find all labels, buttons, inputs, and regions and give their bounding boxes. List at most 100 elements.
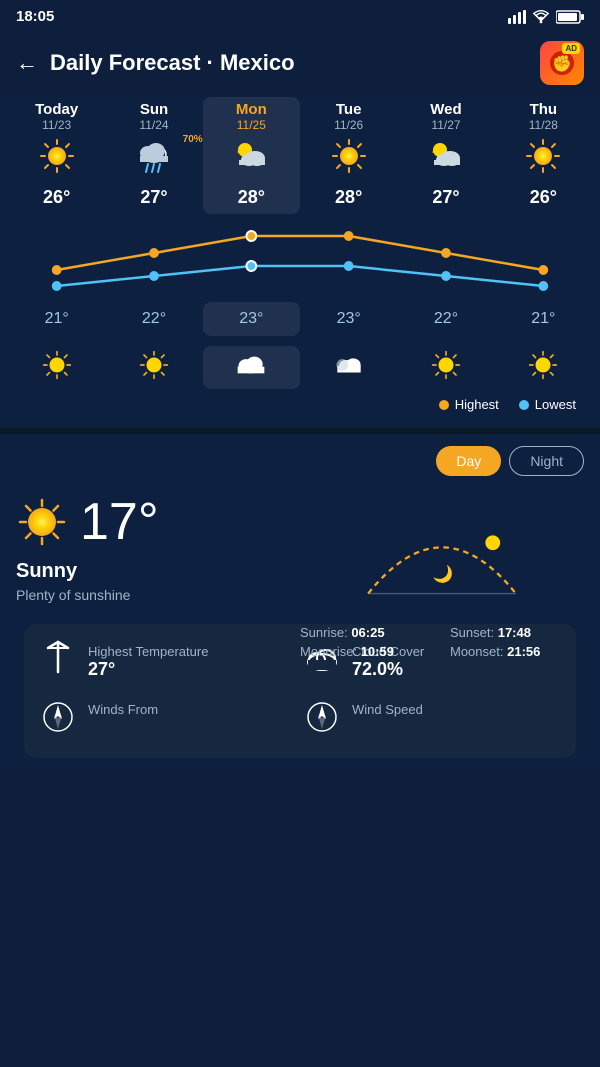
day-date-5: 11/28 xyxy=(497,118,590,132)
day-name-3: Tue xyxy=(302,101,395,118)
forecast-section: Today11/23 26°Sun11/24 70%27°Mon11/25 xyxy=(0,97,600,428)
sunrise-label: Sunrise: xyxy=(300,625,348,640)
moonrise-value: 10:59 xyxy=(361,644,394,659)
winds-from-item: Winds From xyxy=(40,699,296,742)
low-temp-5: 21° xyxy=(497,310,590,328)
day-night-toggle: Day Night xyxy=(16,446,584,476)
bottom-icon-col-0 xyxy=(8,346,105,389)
back-button[interactable]: ← xyxy=(16,50,38,76)
wind-speed-item: Wind Speed xyxy=(304,699,560,742)
wind-speed-label: Wind Speed xyxy=(352,702,423,717)
forecast-day-1[interactable]: Sun11/24 70%27° xyxy=(105,97,202,214)
moonset-row: Moonset: 21:56 xyxy=(450,644,584,659)
winds-from-value xyxy=(88,717,158,739)
legend-dot-lowest xyxy=(519,400,529,410)
day-night-section: Day Night xyxy=(0,434,600,770)
legend-lowest-label: Lowest xyxy=(535,397,576,412)
day-icon-2 xyxy=(205,138,298,181)
day-date-2: 11/25 xyxy=(205,118,298,132)
status-bar: 18:05 xyxy=(0,0,600,33)
ad-badge[interactable]: AD ✊ xyxy=(540,41,584,85)
bottom-icons-row xyxy=(8,346,592,389)
temperature-chart xyxy=(8,218,592,298)
sunset-label: Sunset: xyxy=(450,625,494,640)
low-temp-3: 23° xyxy=(302,310,395,328)
low-temp-0: 21° xyxy=(10,310,103,328)
bottom-icon-2 xyxy=(205,350,298,385)
wind-speed-value xyxy=(352,717,423,739)
forecast-grid: Today11/23 26°Sun11/24 70%27°Mon11/25 xyxy=(8,97,592,214)
highest-temp-value: 27° xyxy=(88,659,208,680)
low-temp-col-1: 22° xyxy=(105,302,202,336)
day-date-4: 11/27 xyxy=(399,118,492,132)
ad-label: AD xyxy=(562,43,580,54)
wifi-icon xyxy=(532,10,550,24)
day-toggle-button[interactable]: Day xyxy=(436,446,501,476)
page-title: Daily Forecast · Mexico xyxy=(50,50,295,76)
bottom-icon-3 xyxy=(302,350,395,385)
day-icon-3 xyxy=(302,138,395,181)
legend-highest: Highest xyxy=(439,397,499,412)
highest-temp-item: Highest Temperature 27° xyxy=(40,640,296,683)
sunset-row: Sunset: 17:48 xyxy=(450,625,584,640)
winds-from-label: Winds From xyxy=(88,702,158,717)
page-header: ← Daily Forecast · Mexico AD ✊ xyxy=(0,33,600,97)
night-toggle-button[interactable]: Night xyxy=(509,446,584,476)
status-time: 18:05 xyxy=(16,8,54,25)
low-temp-col-5: 21° xyxy=(495,302,592,336)
wind-speed-info: Wind Speed xyxy=(352,702,423,739)
low-temp-col-0: 21° xyxy=(8,302,105,336)
svg-text:🌙: 🌙 xyxy=(433,564,454,585)
current-sun-icon xyxy=(16,496,68,548)
day-icon-5 xyxy=(497,138,590,181)
battery-icon xyxy=(556,10,584,24)
forecast-day-3[interactable]: Tue11/26 28° xyxy=(300,97,397,214)
highest-temp-info: Highest Temperature 27° xyxy=(88,644,208,680)
forecast-day-0[interactable]: Today11/23 26° xyxy=(8,97,105,214)
moonset-label: Moonset: xyxy=(450,644,503,659)
bottom-icon-0 xyxy=(10,350,103,385)
low-temp-1: 22° xyxy=(107,310,200,328)
forecast-day-5[interactable]: Thu11/28 26° xyxy=(495,97,592,214)
high-temp-0: 26° xyxy=(10,187,103,208)
moonrise-row: Moonrise: 10:59 xyxy=(300,644,434,659)
legend-dot-highest xyxy=(439,400,449,410)
low-temp-col-2: 23° xyxy=(203,302,300,336)
day-date-0: 11/23 xyxy=(10,118,103,132)
forecast-day-4[interactable]: Wed11/27 27° xyxy=(397,97,494,214)
day-date-1: 11/24 xyxy=(107,118,200,132)
cloud-cover-value: 72.0% xyxy=(352,659,424,680)
wind-speed-icon xyxy=(304,699,340,742)
moonrise-label: Moonrise: xyxy=(300,644,357,659)
current-sub-description: Plenty of sunshine xyxy=(16,587,300,603)
legend: Highest Lowest xyxy=(8,389,592,416)
bottom-icon-col-4 xyxy=(397,346,494,389)
wind-direction-icon xyxy=(40,699,76,742)
bottom-icon-col-3 xyxy=(300,346,397,389)
sunrise-value: 06:25 xyxy=(351,625,384,640)
day-name-5: Thu xyxy=(497,101,590,118)
low-temp-4: 22° xyxy=(399,310,492,328)
high-temp-4: 27° xyxy=(399,187,492,208)
high-temp-5: 26° xyxy=(497,187,590,208)
winds-from-info: Winds From xyxy=(88,702,158,739)
low-temps-row: 21°22°23°23°22°21° xyxy=(8,302,592,336)
legend-highest-label: Highest xyxy=(455,397,499,412)
svg-text:✊: ✊ xyxy=(552,55,572,73)
current-temp-row: 17° xyxy=(16,492,300,552)
current-temperature: 17° xyxy=(80,492,159,552)
status-icons xyxy=(508,10,584,24)
signal-icon xyxy=(508,10,526,24)
bottom-icon-col-2 xyxy=(203,346,300,389)
legend-lowest: Lowest xyxy=(519,397,576,412)
sun-arc-diagram: 🌙 Sunrise: 06:25 Sunset: 17:48 Moonrise:… xyxy=(300,492,584,612)
sunrise-row: Sunrise: 06:25 xyxy=(300,625,434,640)
day-name-0: Today xyxy=(10,101,103,118)
highest-temp-label: Highest Temperature xyxy=(88,644,208,659)
current-description: Sunny xyxy=(16,560,300,583)
weather-left: 17° Sunny Plenty of sunshine xyxy=(16,492,300,603)
bottom-icon-col-1 xyxy=(105,346,202,389)
current-weather: 17° Sunny Plenty of sunshine 🌙 Sunrise: … xyxy=(16,492,584,612)
low-temp-col-3: 23° xyxy=(300,302,397,336)
forecast-day-2[interactable]: Mon11/25 28° xyxy=(203,97,300,214)
